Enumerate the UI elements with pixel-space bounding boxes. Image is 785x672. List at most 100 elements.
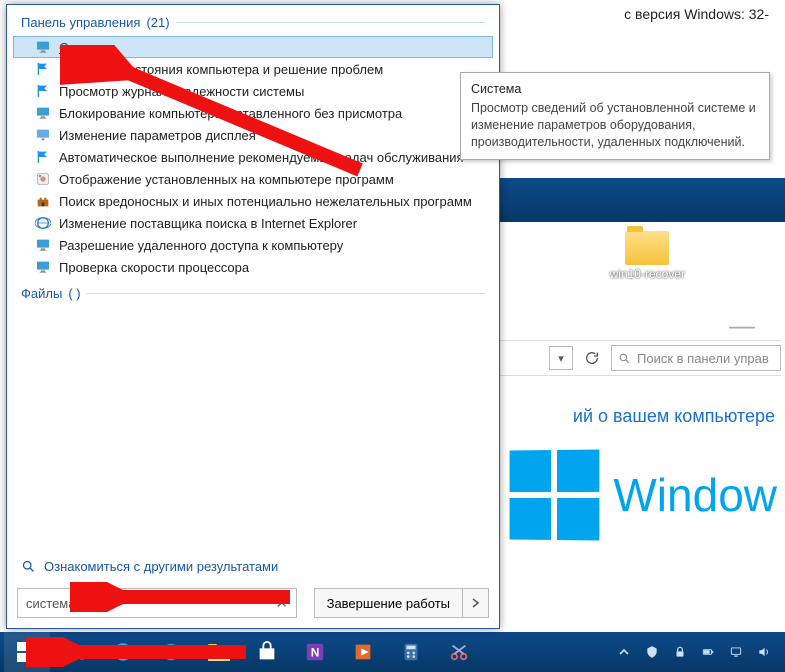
search-results-list: Система Проверка состояния компьютера и р…	[7, 36, 499, 278]
taskbar: N	[0, 632, 785, 672]
programs-icon	[35, 171, 51, 187]
more-results-link[interactable]: Ознакомиться с другими результатами	[21, 559, 278, 574]
folder-label: win10-recover	[610, 267, 685, 281]
search-input-box[interactable]: ✕	[17, 588, 297, 618]
search-result-label: Блокирование компьютера, оставленного бе…	[59, 106, 402, 121]
display-icon	[35, 127, 51, 143]
explorer-icon	[207, 642, 231, 662]
section-header-files: Файлы ( )	[7, 278, 499, 307]
task-snip[interactable]	[436, 632, 482, 672]
section-header-label: Панель управления	[21, 15, 140, 30]
castle-icon	[35, 193, 51, 209]
windows-logo-icon	[17, 642, 37, 662]
search-result-item[interactable]: Автоматическое выполнение рекомендуемых …	[13, 146, 493, 168]
section-header-count: (21)	[146, 15, 169, 30]
tray-security-icon[interactable]	[643, 643, 661, 661]
flag-icon	[35, 149, 51, 165]
search-result-label: Проверка скорости процессора	[59, 260, 249, 275]
chevron-right-icon	[472, 598, 480, 608]
ie-icon	[112, 641, 134, 663]
search-result-item[interactable]: Проверка скорости процессора	[13, 256, 493, 278]
section-header-rule	[176, 22, 485, 23]
search-result-item[interactable]: Просмотр журнала надежности системы	[13, 80, 493, 102]
film-icon	[352, 641, 374, 663]
tray-volume-icon[interactable]	[755, 643, 773, 661]
search-result-item[interactable]: Система	[13, 36, 493, 58]
task-ie[interactable]	[100, 632, 146, 672]
shutdown-options-button[interactable]	[463, 588, 489, 618]
flag-icon	[35, 61, 51, 77]
search-result-item[interactable]: Блокирование компьютера, оставленного бе…	[13, 102, 493, 124]
search-result-label: Автоматическое выполнение рекомендуемых …	[59, 150, 464, 165]
tray-up-icon[interactable]	[615, 643, 633, 661]
calculator-icon	[400, 641, 422, 663]
task-onenote[interactable]: N	[292, 632, 338, 672]
shutdown-button[interactable]: Завершение работы	[314, 588, 463, 618]
store-icon	[256, 641, 278, 663]
search-result-label: Система	[59, 40, 111, 55]
task-explorer[interactable]	[196, 632, 242, 672]
bg-minimize-glyph: —	[729, 310, 755, 341]
svg-text:N: N	[311, 646, 320, 660]
search-input[interactable]	[26, 596, 262, 611]
monitor-icon	[35, 237, 51, 253]
search-result-label: Отображение установленных на компьютере …	[59, 172, 394, 187]
clear-icon[interactable]: ✕	[275, 594, 288, 612]
refresh-icon[interactable]	[579, 345, 605, 371]
search-result-label: Просмотр журнала надежности системы	[59, 84, 304, 99]
windows-brand-text: Window	[613, 468, 777, 522]
bg-dark-stripe	[485, 178, 785, 222]
bg-nav-bar: ▾ Поиск в панели управ	[481, 340, 781, 376]
section-header-control-panel: Панель управления (21)	[7, 5, 499, 36]
search-result-item[interactable]: Проверка состояния компьютера и решение …	[13, 58, 493, 80]
start-search-panel: Панель управления (21) Система Проверка с…	[6, 4, 500, 629]
section-header-label: Файлы	[21, 286, 62, 301]
search-result-label: Проверка состояния компьютера и решение …	[59, 62, 383, 77]
flag-icon	[35, 83, 51, 99]
task-calc[interactable]	[388, 632, 434, 672]
search-result-item[interactable]: Отображение установленных на компьютере …	[13, 168, 493, 190]
shutdown-button-group: Завершение работы	[314, 588, 489, 618]
more-results-label: Ознакомиться с другими результатами	[44, 559, 278, 574]
nav-search-box[interactable]: Поиск в панели управ	[611, 345, 781, 371]
search-result-label: Разрешение удаленного доступа к компьюте…	[59, 238, 343, 253]
search-result-item[interactable]: Изменение поставщика поиска в Internet E…	[13, 212, 493, 234]
search-result-item[interactable]: Изменение параметров дисплея	[13, 124, 493, 146]
folder-icon	[625, 231, 669, 265]
monitor-icon	[35, 39, 51, 55]
monitor-icon	[35, 105, 51, 121]
search-result-item[interactable]: Разрешение удаленного доступа к компьюте…	[13, 234, 493, 256]
search-result-item[interactable]: Поиск вредоносных и иных потенциально не…	[13, 190, 493, 212]
start-button[interactable]	[4, 632, 50, 672]
globe-icon	[35, 215, 51, 231]
section-header-count: ( )	[68, 286, 80, 301]
tray-lock-icon[interactable]	[671, 643, 689, 661]
bg-windows-version-text: с версия Windows: 32-	[624, 6, 769, 22]
windows-brand: Window	[509, 450, 777, 540]
monitor-icon	[35, 259, 51, 275]
about-computer-link[interactable]: ий о вашем компьютере	[573, 406, 775, 427]
windows-logo-icon	[510, 450, 600, 541]
tray-network-icon[interactable]	[727, 643, 745, 661]
nav-search-placeholder: Поиск в панели управ	[637, 351, 769, 366]
nav-dropdown[interactable]: ▾	[549, 346, 573, 370]
search-result-label: Изменение параметров дисплея	[59, 128, 256, 143]
search-row: ✕ Завершение работы	[17, 588, 489, 618]
search-icon	[21, 559, 36, 574]
edge-icon	[160, 641, 182, 663]
task-libraries[interactable]	[52, 632, 98, 672]
task-media[interactable]	[340, 632, 386, 672]
tray-power-icon[interactable]	[699, 643, 717, 661]
search-icon	[618, 352, 631, 365]
desktop-folder[interactable]: win10-recover	[610, 231, 685, 281]
scissors-icon	[448, 641, 470, 663]
task-edge[interactable]	[148, 632, 194, 672]
taskbar-tray	[615, 643, 781, 661]
libraries-icon	[64, 641, 86, 663]
search-result-label: Изменение поставщика поиска в Internet E…	[59, 216, 357, 231]
tooltip: Система Просмотр сведений об установленн…	[460, 72, 770, 160]
task-store[interactable]	[244, 632, 290, 672]
shutdown-label: Завершение работы	[327, 596, 450, 611]
tooltip-title: Система	[471, 81, 759, 98]
section-header-rule	[87, 293, 485, 294]
